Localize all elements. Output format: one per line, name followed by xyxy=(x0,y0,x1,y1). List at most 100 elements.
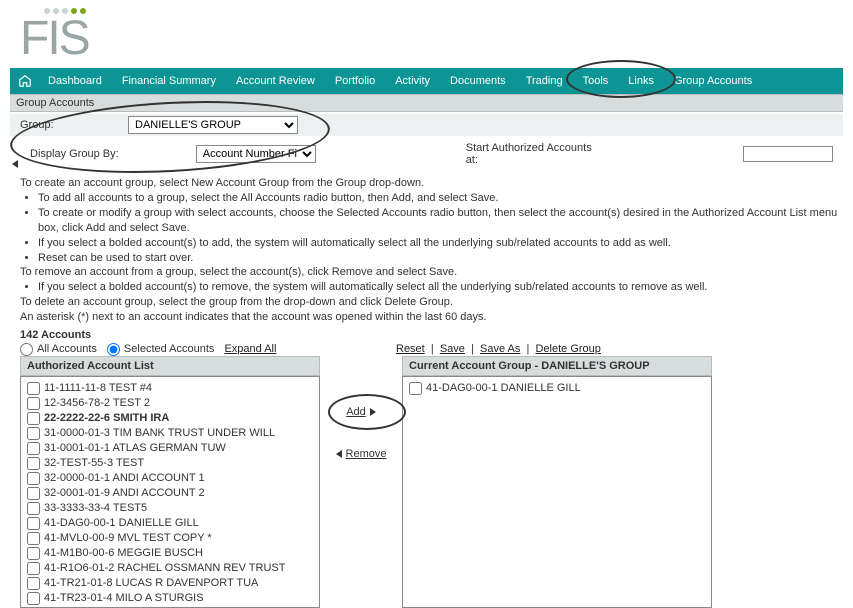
mid-buttons: Add Remove xyxy=(326,356,396,608)
group-label: Group: xyxy=(20,119,120,131)
list-item[interactable]: 32-0001-01-9 ANDI ACCOUNT 2 xyxy=(27,486,313,501)
list-item-checkbox[interactable] xyxy=(27,412,40,425)
display-row: Display Group By: Account Number First S… xyxy=(10,140,843,168)
authorized-account-list[interactable]: 11-1111-11-8 TEST #412-3456-78-2 TEST 22… xyxy=(20,376,320,608)
list-item-checkbox[interactable] xyxy=(27,592,40,605)
nav-portfolio[interactable]: Portfolio xyxy=(325,68,385,94)
list-item-label: 41-TR23-01-4 MILO A STURGIS xyxy=(44,592,204,604)
list-item-checkbox[interactable] xyxy=(27,487,40,500)
list-item-checkbox[interactable] xyxy=(409,382,422,395)
display-by-label: Display Group By: xyxy=(30,148,188,160)
instr-b4: Reset can be used to start over. xyxy=(38,251,843,266)
account-count: 142 Accounts xyxy=(20,329,843,341)
collapse-arrow-icon[interactable] xyxy=(12,160,18,168)
list-item[interactable]: 41-DAG0-00-1 DANIELLE GILL xyxy=(409,381,705,396)
list-item[interactable]: 22-2222-22-6 SMITH IRA xyxy=(27,411,313,426)
current-group-list[interactable]: 41-DAG0-00-1 DANIELLE GILL xyxy=(402,376,712,608)
arrow-left-icon xyxy=(336,450,342,458)
nav-account-review[interactable]: Account Review xyxy=(226,68,325,94)
start-auth-label: Start Authorized Accounts at: xyxy=(466,142,605,166)
expand-all-link[interactable]: Expand All xyxy=(224,343,276,355)
list-item-checkbox[interactable] xyxy=(27,562,40,575)
annotation-oval-add xyxy=(328,394,406,430)
list-item-checkbox[interactable] xyxy=(27,517,40,530)
radio-selected-accounts[interactable] xyxy=(107,343,120,356)
list-item[interactable]: 41-DAG0-00-1 DANIELLE GILL xyxy=(27,516,313,531)
list-item-label: 41-MVL0-00-9 MVL TEST COPY * xyxy=(44,532,212,544)
list-item-checkbox[interactable] xyxy=(27,547,40,560)
list-item[interactable]: 32-0000-01-1 ANDI ACCOUNT 1 xyxy=(27,471,313,486)
saveas-link[interactable]: Save As xyxy=(480,343,520,355)
radio-row: All Accounts Selected Accounts Expand Al… xyxy=(20,343,320,356)
list-item-checkbox[interactable] xyxy=(27,532,40,545)
list-item-label: 33-3333-33-4 TEST5 xyxy=(44,502,147,514)
group-row: Group: DANIELLE'S GROUP xyxy=(10,114,843,136)
left-column: Authorized Account List 11-1111-11-8 TES… xyxy=(20,356,320,608)
instructions: To create an account group, select New A… xyxy=(20,176,843,324)
right-column: Current Account Group - DANIELLE'S GROUP… xyxy=(402,356,712,608)
home-icon[interactable] xyxy=(16,72,34,90)
list-item-checkbox[interactable] xyxy=(27,502,40,515)
nav-documents[interactable]: Documents xyxy=(440,68,516,94)
left-column-header: Authorized Account List xyxy=(20,356,320,376)
list-item[interactable]: 41-TR23-01-4 MILO A STURGIS xyxy=(27,591,313,606)
instr-line1: To create an account group, select New A… xyxy=(20,176,843,191)
reset-link[interactable]: Reset xyxy=(396,343,425,355)
save-link[interactable]: Save xyxy=(440,343,465,355)
nav-activity[interactable]: Activity xyxy=(385,68,440,94)
list-item-checkbox[interactable] xyxy=(27,382,40,395)
list-item[interactable]: 33-3333-33-4 TEST5 xyxy=(27,501,313,516)
list-item[interactable]: 32-TEST-55-3 TEST xyxy=(27,456,313,471)
delete-group-link[interactable]: Delete Group xyxy=(535,343,600,355)
arrow-right-icon xyxy=(370,408,376,416)
list-item-label: 31-0001-01-1 ATLAS GERMAN TUW xyxy=(44,442,226,454)
instr-line4: An asterisk (*) next to an account indic… xyxy=(20,310,843,325)
list-item-label: 41-M1B0-00-6 MEGGIE BUSCH xyxy=(44,547,203,559)
radio-all-label: All Accounts xyxy=(37,343,97,355)
list-item[interactable]: 41-TR21-01-8 LUCAS R DAVENPORT TUA xyxy=(27,576,313,591)
instr-b2: To create or modify a group with select … xyxy=(38,206,843,236)
list-item-label: 41-DAG0-00-1 DANIELLE GILL xyxy=(44,517,199,529)
navbar: Dashboard Financial Summary Account Revi… xyxy=(10,68,843,94)
group-select[interactable]: DANIELLE'S GROUP xyxy=(128,116,298,134)
add-button[interactable]: Add xyxy=(346,406,376,418)
instr-line2: To remove an account from a group, selec… xyxy=(20,265,843,280)
list-item[interactable]: 12-3456-78-2 TEST 2 xyxy=(27,396,313,411)
remove-button[interactable]: Remove xyxy=(336,448,387,460)
fis-logo: FIS xyxy=(20,20,833,58)
nav-dashboard[interactable]: Dashboard xyxy=(38,68,112,94)
radio-all-accounts[interactable] xyxy=(20,343,33,356)
list-item-checkbox[interactable] xyxy=(27,442,40,455)
instr-b1: To add all accounts to a group, select t… xyxy=(38,191,843,206)
action-links: Reset | Save | Save As | Delete Group xyxy=(396,343,601,355)
instr-b5: If you select a bolded account(s) to rem… xyxy=(38,280,843,295)
nav-tools[interactable]: Tools xyxy=(573,68,619,94)
list-item[interactable]: 31-0001-01-1 ATLAS GERMAN TUW xyxy=(27,441,313,456)
section-title: Group Accounts xyxy=(10,94,843,112)
nav-links[interactable]: Links xyxy=(618,68,664,94)
list-item-label: 32-TEST-55-3 TEST xyxy=(44,457,144,469)
start-auth-input[interactable] xyxy=(743,146,833,162)
list-item[interactable]: 41-MVL0-00-9 MVL TEST COPY * xyxy=(27,531,313,546)
nav-trading[interactable]: Trading xyxy=(516,68,573,94)
logo-area: FIS xyxy=(0,0,853,62)
nav-group-accounts[interactable]: Group Accounts xyxy=(664,68,762,94)
list-item-label: 41-R1O6-01-2 RACHEL OSSMANN REV TRUST xyxy=(44,562,285,574)
display-by-select[interactable]: Account Number First xyxy=(196,145,316,163)
list-item[interactable]: 11-1111-11-8 TEST #4 xyxy=(27,381,313,396)
list-item[interactable]: 41-R1O6-01-2 RACHEL OSSMANN REV TRUST xyxy=(27,561,313,576)
logo-dots xyxy=(44,8,833,14)
list-item-checkbox[interactable] xyxy=(27,577,40,590)
list-item[interactable]: 41-M1B0-00-6 MEGGIE BUSCH xyxy=(27,546,313,561)
list-item-checkbox[interactable] xyxy=(27,472,40,485)
list-item[interactable]: 31-0000-01-3 TIM BANK TRUST UNDER WILL xyxy=(27,426,313,441)
list-item-checkbox[interactable] xyxy=(27,457,40,470)
nav-financial-summary[interactable]: Financial Summary xyxy=(112,68,226,94)
list-item-label: 41-TR21-01-8 LUCAS R DAVENPORT TUA xyxy=(44,577,258,589)
list-item-checkbox[interactable] xyxy=(27,397,40,410)
list-item-label: 32-0000-01-1 ANDI ACCOUNT 1 xyxy=(44,472,205,484)
instr-line3: To delete an account group, select the g… xyxy=(20,295,843,310)
instr-b3: If you select a bolded account(s) to add… xyxy=(38,236,843,251)
list-item-checkbox[interactable] xyxy=(27,427,40,440)
right-column-header: Current Account Group - DANIELLE'S GROUP xyxy=(402,356,712,376)
